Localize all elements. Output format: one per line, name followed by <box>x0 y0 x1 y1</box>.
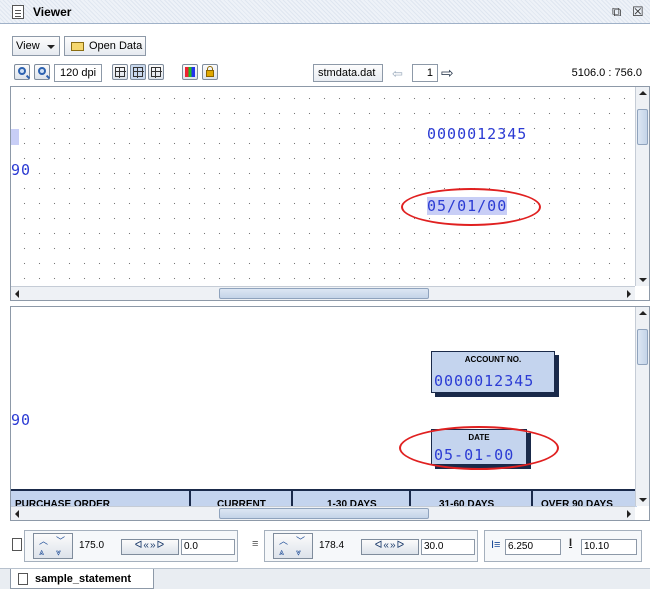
account-number-field[interactable]: ACCOUNT NO. 0000012345 <box>431 351 555 393</box>
x-value[interactable]: 175.0 <box>77 539 121 555</box>
text-size-input[interactable]: 10.10 <box>581 539 637 555</box>
title-bar: Viewer ⧉ ☒ <box>0 0 650 24</box>
selection-marker <box>11 129 19 145</box>
close-window-icon[interactable]: ☒ <box>632 4 644 20</box>
palette-icon <box>185 67 195 77</box>
colors-button[interactable] <box>182 64 198 80</box>
window-title: Viewer <box>33 4 72 19</box>
spin-down-icon[interactable]: ﹀ <box>296 534 305 547</box>
text-size-icon: I <box>569 537 573 549</box>
open-data-button[interactable]: Open Data <box>64 36 146 56</box>
y-offset-input[interactable]: 30.0 <box>421 539 475 555</box>
date-highlight-ellipse <box>401 188 541 226</box>
horizontal-scrollbar[interactable] <box>11 506 635 520</box>
spin-up-icon[interactable]: ︿ <box>39 534 48 547</box>
y-nav-buttons[interactable]: ᐊ«»ᐅ <box>361 539 419 555</box>
folder-icon <box>71 42 84 51</box>
x-spinner[interactable]: ︿ ﹀ ⩓ ⩔ <box>33 533 73 559</box>
spin-up-icon[interactable]: ︿ <box>279 534 288 547</box>
scroll-right-icon[interactable] <box>627 510 631 518</box>
tab-bar: sample_statement <box>0 568 650 589</box>
dot-grid <box>11 87 635 286</box>
account-number-value: 0000012345 <box>434 372 535 390</box>
vertical-scrollbar[interactable] <box>635 307 649 506</box>
view-menu-button[interactable]: View <box>12 36 60 56</box>
scroll-thumb[interactable] <box>637 109 648 145</box>
document-icon <box>18 573 28 585</box>
table-icon <box>151 67 162 78</box>
page-number-field[interactable]: 1 <box>412 64 438 82</box>
scroll-up-icon[interactable] <box>639 311 647 315</box>
guides-toggle-button[interactable] <box>130 64 146 80</box>
y-position-group: ︿ ﹀ ⩓ ⩔ 178.4 ᐊ«»ᐅ 30.0 <box>264 530 478 562</box>
tab-sample-statement[interactable]: sample_statement <box>10 569 154 589</box>
data-file-selector[interactable]: stmdata.dat <box>313 64 383 82</box>
lock-button[interactable] <box>202 64 218 80</box>
menu-bar: View Open Data <box>0 36 650 58</box>
spin-fast-up-icon[interactable]: ⩓ <box>39 547 44 558</box>
data-preview-pane[interactable]: 90 0000012345 05/01/00 <box>10 86 650 301</box>
open-data-label: Open Data <box>89 40 143 52</box>
dpi-field[interactable]: 120 dpi <box>54 64 102 82</box>
scroll-left-icon[interactable] <box>15 510 19 518</box>
spin-fast-down-icon[interactable]: ⩔ <box>56 547 61 558</box>
tab-label: sample_statement <box>35 573 131 585</box>
account-number-text[interactable]: 0000012345 <box>427 125 527 143</box>
scroll-up-icon[interactable] <box>639 91 647 95</box>
scroll-thumb[interactable] <box>219 288 429 299</box>
view-menu-label: View <box>16 40 40 52</box>
grid-toggle-button[interactable] <box>112 64 128 80</box>
text-metrics-group: I≡ 6.250 I 10.10 <box>484 530 642 562</box>
document-icon <box>12 4 24 19</box>
y-value[interactable]: 178.4 <box>317 539 361 555</box>
restore-window-icon[interactable]: ⧉ <box>612 4 621 20</box>
x-offset-input[interactable]: 0.0 <box>181 539 235 555</box>
page-icon <box>12 538 22 551</box>
zoom-out-button[interactable] <box>14 64 30 80</box>
zoom-in-button[interactable] <box>34 64 50 80</box>
aging-table-header: PURCHASE ORDER CURRENT 1-30 DAYS 31-60 D… <box>11 489 637 510</box>
line-spacing-icon: I≡ <box>491 539 501 551</box>
lock-icon <box>206 66 214 77</box>
scroll-down-icon[interactable] <box>639 278 647 282</box>
spin-fast-down-icon[interactable]: ⩔ <box>296 547 301 558</box>
line-height-input[interactable]: 6.250 <box>505 539 561 555</box>
x-position-group: ︿ ﹀ ⩓ ⩔ 175.0 ᐊ«»ᐅ 0.0 <box>24 530 238 562</box>
vertical-scrollbar[interactable] <box>635 87 649 286</box>
zoom-out-icon <box>18 67 26 75</box>
scroll-thumb[interactable] <box>219 508 429 519</box>
scroll-down-icon[interactable] <box>639 498 647 502</box>
table-toggle-button[interactable] <box>148 64 164 80</box>
next-page-icon[interactable]: ⇨ <box>441 64 454 82</box>
form-layout-pane[interactable]: 90 ACCOUNT NO. 0000012345 DATE 05-01-00 … <box>10 306 650 521</box>
toolbar: 120 dpi stmdata.dat ⇦ 1 ⇨ 5106.0 : 756.0 <box>0 62 650 84</box>
account-caption: ACCOUNT NO. <box>464 355 522 364</box>
grid-icon <box>115 67 126 78</box>
chevron-down-icon <box>47 45 55 49</box>
date-highlight-ellipse <box>399 426 559 470</box>
scroll-right-icon[interactable] <box>627 290 631 298</box>
spin-fast-up-icon[interactable]: ⩓ <box>279 547 284 558</box>
spin-down-icon[interactable]: ﹀ <box>56 534 65 547</box>
scroll-thumb[interactable] <box>637 329 648 365</box>
left-fragment-text: 90 <box>11 411 32 429</box>
previous-page-icon[interactable]: ⇦ <box>392 66 403 82</box>
position-controls: ︿ ﹀ ⩓ ⩔ 175.0 ᐊ«»ᐅ 0.0 ≡ ︿ ﹀ ⩓ ⩔ 178.4 ᐊ… <box>0 526 650 570</box>
align-icon: ≡ <box>252 538 259 550</box>
x-nav-buttons[interactable]: ᐊ«»ᐅ <box>121 539 179 555</box>
scroll-left-icon[interactable] <box>15 290 19 298</box>
horizontal-scrollbar[interactable] <box>11 286 635 300</box>
left-fragment-text: 90 <box>11 161 32 179</box>
y-spinner[interactable]: ︿ ﹀ ⩓ ⩔ <box>273 533 313 559</box>
cursor-coordinates: 5106.0 : 756.0 <box>571 67 642 79</box>
guides-icon <box>133 67 144 78</box>
zoom-in-icon <box>38 67 46 75</box>
